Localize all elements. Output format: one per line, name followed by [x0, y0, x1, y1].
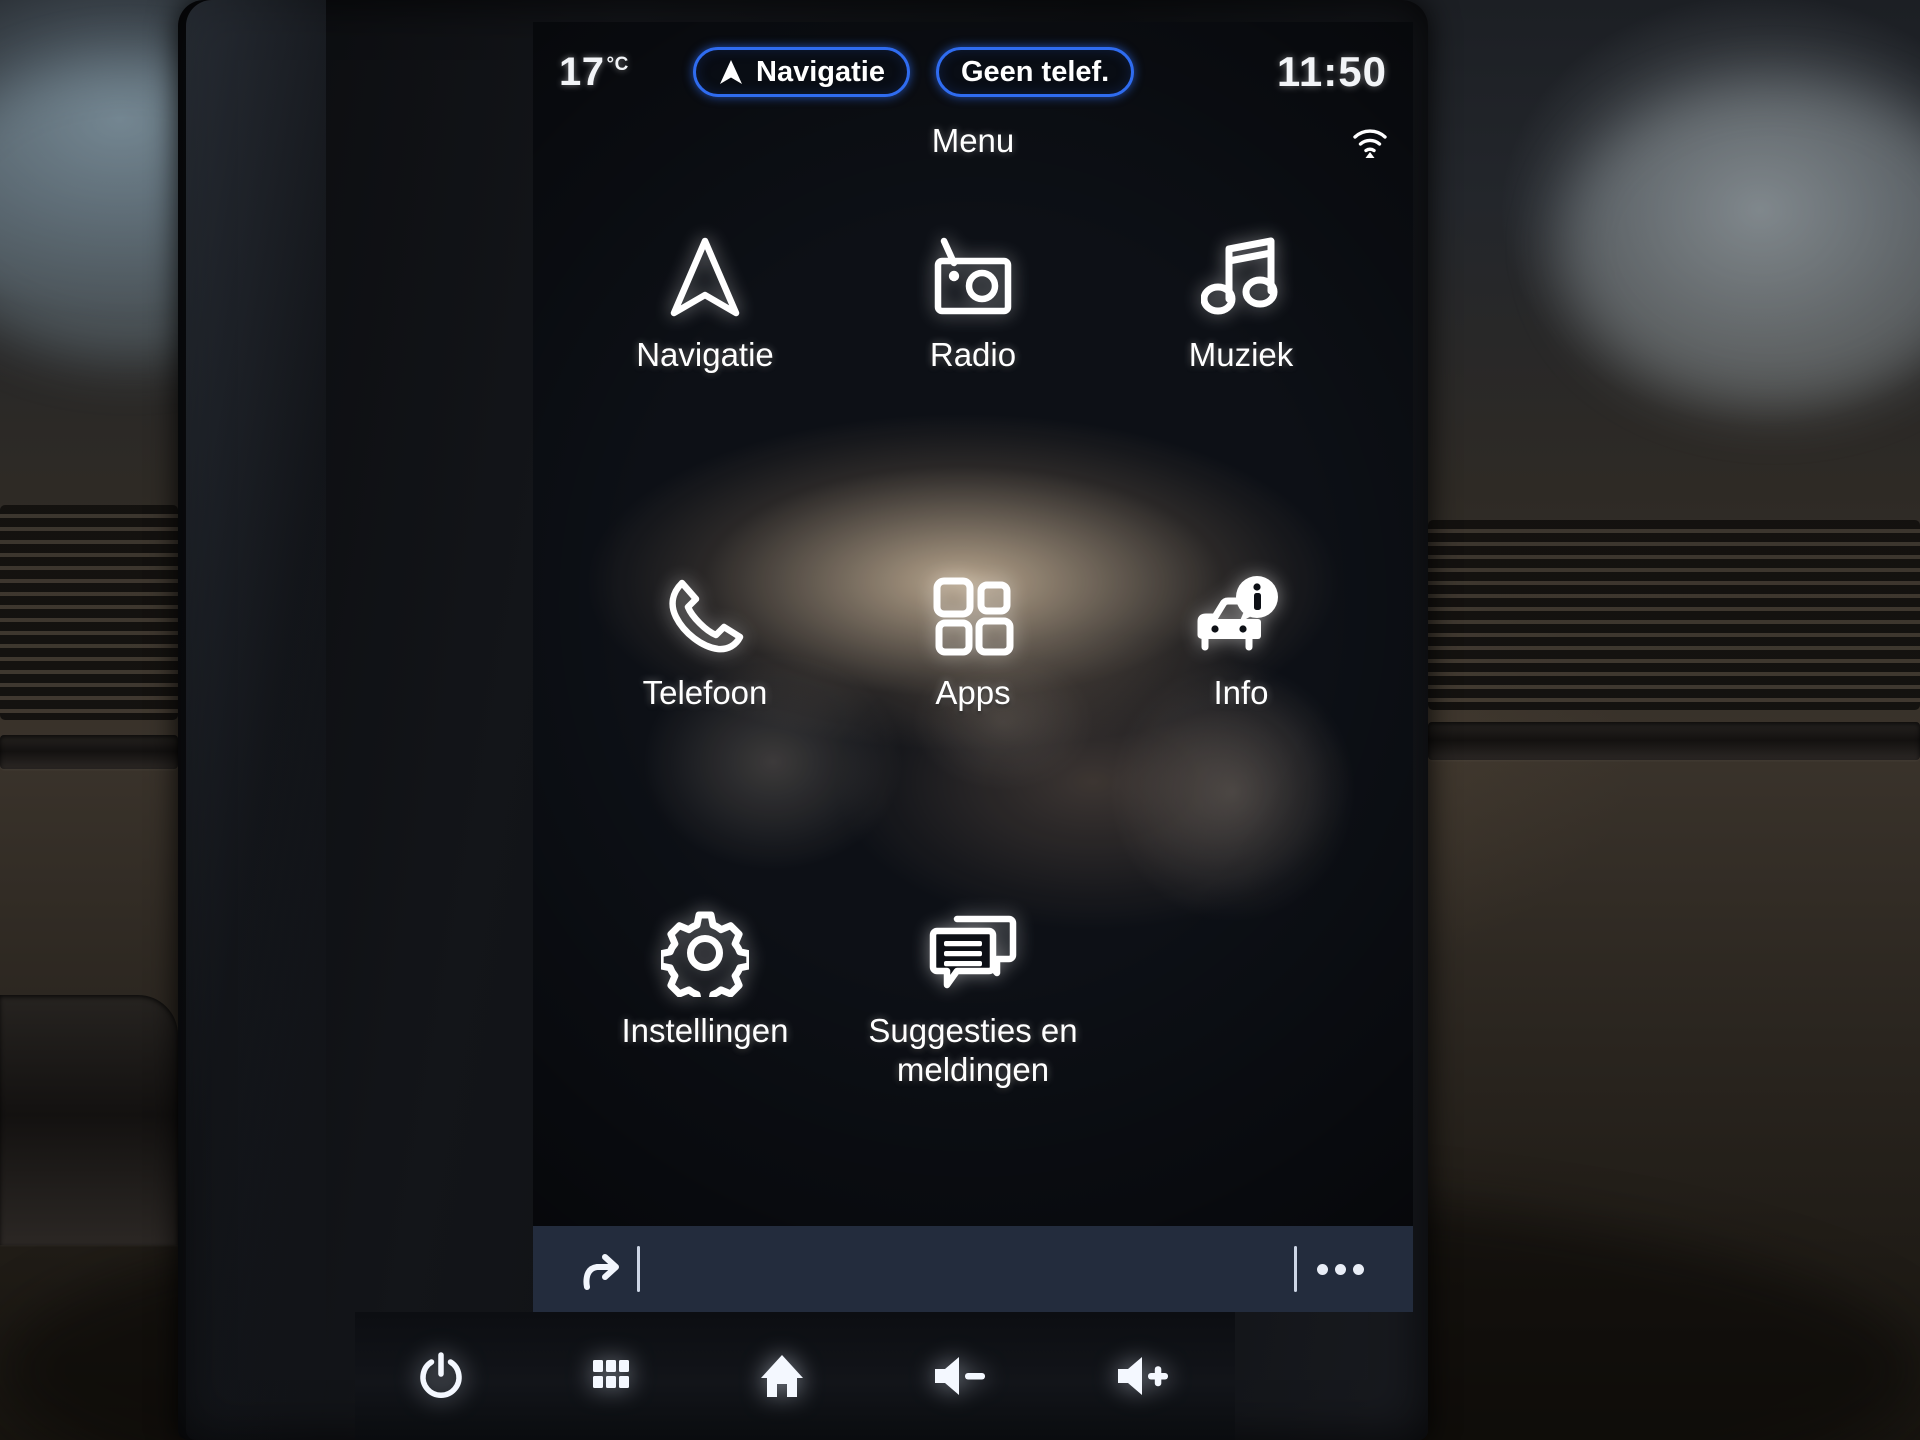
navigation-arrow-icon: [668, 234, 742, 320]
menu-tile-label: Muziek: [1188, 336, 1294, 373]
menu-tile-navigatie[interactable]: Navigatie: [571, 206, 839, 544]
status-bar: 17 °C Navigatie Geen telef. 11:50: [533, 22, 1413, 122]
center-console-edge: [0, 995, 178, 1245]
volume-minus-icon: [929, 1352, 991, 1400]
menu-tile-info[interactable]: Info: [1107, 544, 1375, 882]
car-info-icon: [1193, 572, 1289, 658]
grid-icon: [587, 1352, 635, 1400]
menu-tile-radio[interactable]: Radio: [839, 206, 1107, 544]
navigation-arrow-icon: [718, 58, 744, 86]
menu-tile-label: Radio: [929, 336, 1017, 373]
chat-bubbles-icon: [927, 910, 1019, 996]
hardware-button-bar: [355, 1312, 1235, 1440]
car-interior-photo: 17 °C Navigatie Geen telef. 11:50 Menu N…: [0, 0, 1920, 1440]
power-button[interactable]: [416, 1351, 466, 1401]
menu-tile-instellingen[interactable]: Instellingen: [571, 882, 839, 1220]
back-button[interactable]: [563, 1247, 637, 1291]
air-vent-left: [0, 505, 178, 720]
infotainment-display: 17 °C Navigatie Geen telef. 11:50 Menu N…: [533, 22, 1413, 1312]
volume-up-button[interactable]: [1112, 1352, 1174, 1400]
home-button[interactable]: [756, 1351, 808, 1401]
air-vent-right: [1428, 520, 1920, 710]
volume-down-button[interactable]: [929, 1352, 991, 1400]
menu-tile-apps[interactable]: Apps: [839, 544, 1107, 882]
status-pill-navigation[interactable]: Navigatie: [693, 47, 910, 97]
screen-soft-bar: [533, 1226, 1413, 1312]
infotainment-screen-bezel: 17 °C Navigatie Geen telef. 11:50 Menu N…: [178, 0, 1428, 1440]
dashboard-highlight-right: [1560, 80, 1920, 410]
music-note-icon: [1201, 234, 1281, 320]
more-dots-icon: [1316, 1263, 1364, 1275]
dashboard-trim-right: [1428, 722, 1920, 760]
menu-tile-label: Telefoon: [642, 674, 768, 711]
back-arrow-icon: [575, 1247, 625, 1291]
menu-tile-muziek[interactable]: Muziek: [1107, 206, 1375, 544]
dashboard-trim-left: [0, 735, 178, 769]
menu-tile-label: Instellingen: [621, 1012, 789, 1049]
outside-temperature: 17 °C: [559, 50, 689, 95]
page-title: Menu: [931, 122, 1015, 159]
menu-tile-label: Navigatie: [636, 336, 774, 373]
more-options-button[interactable]: [1297, 1263, 1383, 1275]
phone-handset-icon: [662, 572, 748, 658]
title-row: Menu: [533, 122, 1413, 184]
menu-tile-telefoon[interactable]: Telefoon: [571, 544, 839, 882]
temperature-value: 17: [559, 49, 605, 94]
volume-plus-icon: [1112, 1352, 1174, 1400]
apps-grid-icon: [931, 572, 1015, 658]
menu-tile-suggesties-en-meldingen[interactable]: Suggesties en meldingen: [839, 882, 1107, 1220]
home-icon: [756, 1351, 808, 1401]
temperature-unit: °C: [606, 54, 629, 76]
gear-icon: [661, 910, 749, 997]
power-icon: [416, 1351, 466, 1401]
main-menu-grid: Navigatie Radio Muziek Telefoon Apps Inf…: [533, 184, 1413, 1226]
clock: 11:50: [1276, 48, 1387, 95]
wifi-icon: [1349, 124, 1391, 160]
menu-tile-empty: [1107, 882, 1375, 1220]
menu-tile-label: Info: [1213, 674, 1269, 711]
soft-bar-separator-left: [637, 1246, 640, 1292]
status-pill-phone-label: Geen telef.: [960, 55, 1110, 88]
menu-tile-label: Suggesties en meldingen: [868, 1012, 1078, 1088]
status-pill-phone[interactable]: Geen telef.: [935, 47, 1135, 97]
apps-button[interactable]: [587, 1352, 635, 1400]
radio-icon: [927, 234, 1019, 320]
menu-tile-label: Apps: [935, 674, 1011, 711]
status-pill-navigation-label: Navigatie: [756, 55, 885, 88]
